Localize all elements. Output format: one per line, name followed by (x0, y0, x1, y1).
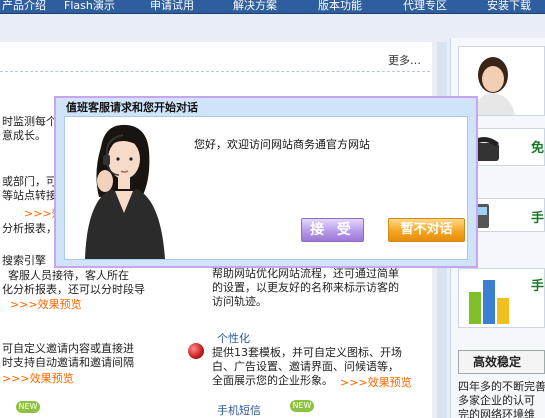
bar-cubes-icon (469, 280, 509, 324)
feature-text: 化分析报表，还可以分时段导 (2, 283, 145, 296)
chat-invite-dialog[interactable]: 值班客服请求和您开始对话 您好，欢迎访问网站商务通官方网站 接 受 暂不对话 (54, 96, 478, 268)
feature-text: 帮助网站优化网站流程，还可通过简单 (212, 267, 399, 280)
effect-preview-link[interactable]: >>>效果预览 (340, 374, 412, 390)
feature-text: 可自定义邀请内容或直接进 (2, 342, 134, 355)
accept-button[interactable]: 接 受 (301, 218, 364, 242)
nav-item-product[interactable]: 产品介绍 (2, 0, 46, 13)
feature-text: 白、广告设置、邀请界面、问候语等， (212, 360, 399, 373)
feature-text: 客服人员接待，客人所在 (8, 269, 129, 282)
feature-text: 或部门，可 (2, 175, 57, 188)
feature-text: 搜索引擎 (2, 254, 46, 267)
nav-item-trial[interactable]: 申请试用 (150, 0, 194, 13)
widget-label: 手 (530, 279, 544, 294)
feature-text: 访问轨迹。 (212, 295, 267, 308)
feature-text: 全面展示您的企业形象。 (212, 374, 333, 387)
new-badge: NEW (16, 401, 40, 413)
section-header-bar (0, 50, 430, 72)
right-text: 完的网络环境维 (458, 408, 535, 418)
customer-service-agent-illustration (85, 124, 165, 259)
effect-preview-link[interactable]: >>>效果预览 (2, 370, 74, 386)
effect-preview-link[interactable]: >>>效果预览 (10, 296, 82, 312)
widget-label: 手 (530, 211, 544, 226)
stats-widget[interactable]: 手 (458, 268, 545, 328)
feature-text: 意成长。 (2, 129, 46, 142)
section-title-personalization[interactable]: 个性化 (217, 330, 250, 346)
feature-text: 提供13套模板，并可自定义图标、开场 (212, 346, 402, 359)
right-text: 四年多的不断完善 (458, 380, 545, 393)
decline-button[interactable]: 暂不对话 (388, 218, 465, 242)
nav-item-agents[interactable]: 代理专区 (403, 0, 447, 13)
feature-text: 的设置，以更友好的名称来标示访客的 (212, 281, 399, 294)
efficient-stable-heading: 高效稳定 (458, 350, 545, 374)
nav-item-solutions[interactable]: 解决方案 (233, 0, 277, 13)
section-title-sms[interactable]: 手机短信 (217, 402, 261, 418)
feature-text: 等站点转接 (2, 189, 57, 202)
widget-label: 免 (530, 141, 544, 156)
top-nav: 产品介绍 Flash演示 申请试用 解决方案 版本功能 代理专区 安装下载 (0, 0, 545, 14)
more-link[interactable]: 更多… (388, 52, 421, 68)
new-badge: NEW (290, 400, 314, 412)
feature-text: 时支持自动邀请和邀请间隔 (2, 356, 134, 369)
right-text: 多家企业的认可 (458, 394, 535, 407)
dialog-message: 您好，欢迎访问网站商务通官方网站 (194, 138, 370, 151)
nav-item-download[interactable]: 安装下载 (487, 0, 531, 13)
dialog-body: 您好，欢迎访问网站商务通官方网站 接 受 暂不对话 (64, 116, 468, 260)
nav-item-versions[interactable]: 版本功能 (318, 0, 362, 13)
dialog-title: 值班客服请求和您开始对话 (66, 101, 198, 114)
nav-item-flash[interactable]: Flash演示 (64, 0, 115, 13)
bullet-ball-icon (188, 343, 204, 359)
feature-text: 时监测每个 (2, 115, 57, 128)
